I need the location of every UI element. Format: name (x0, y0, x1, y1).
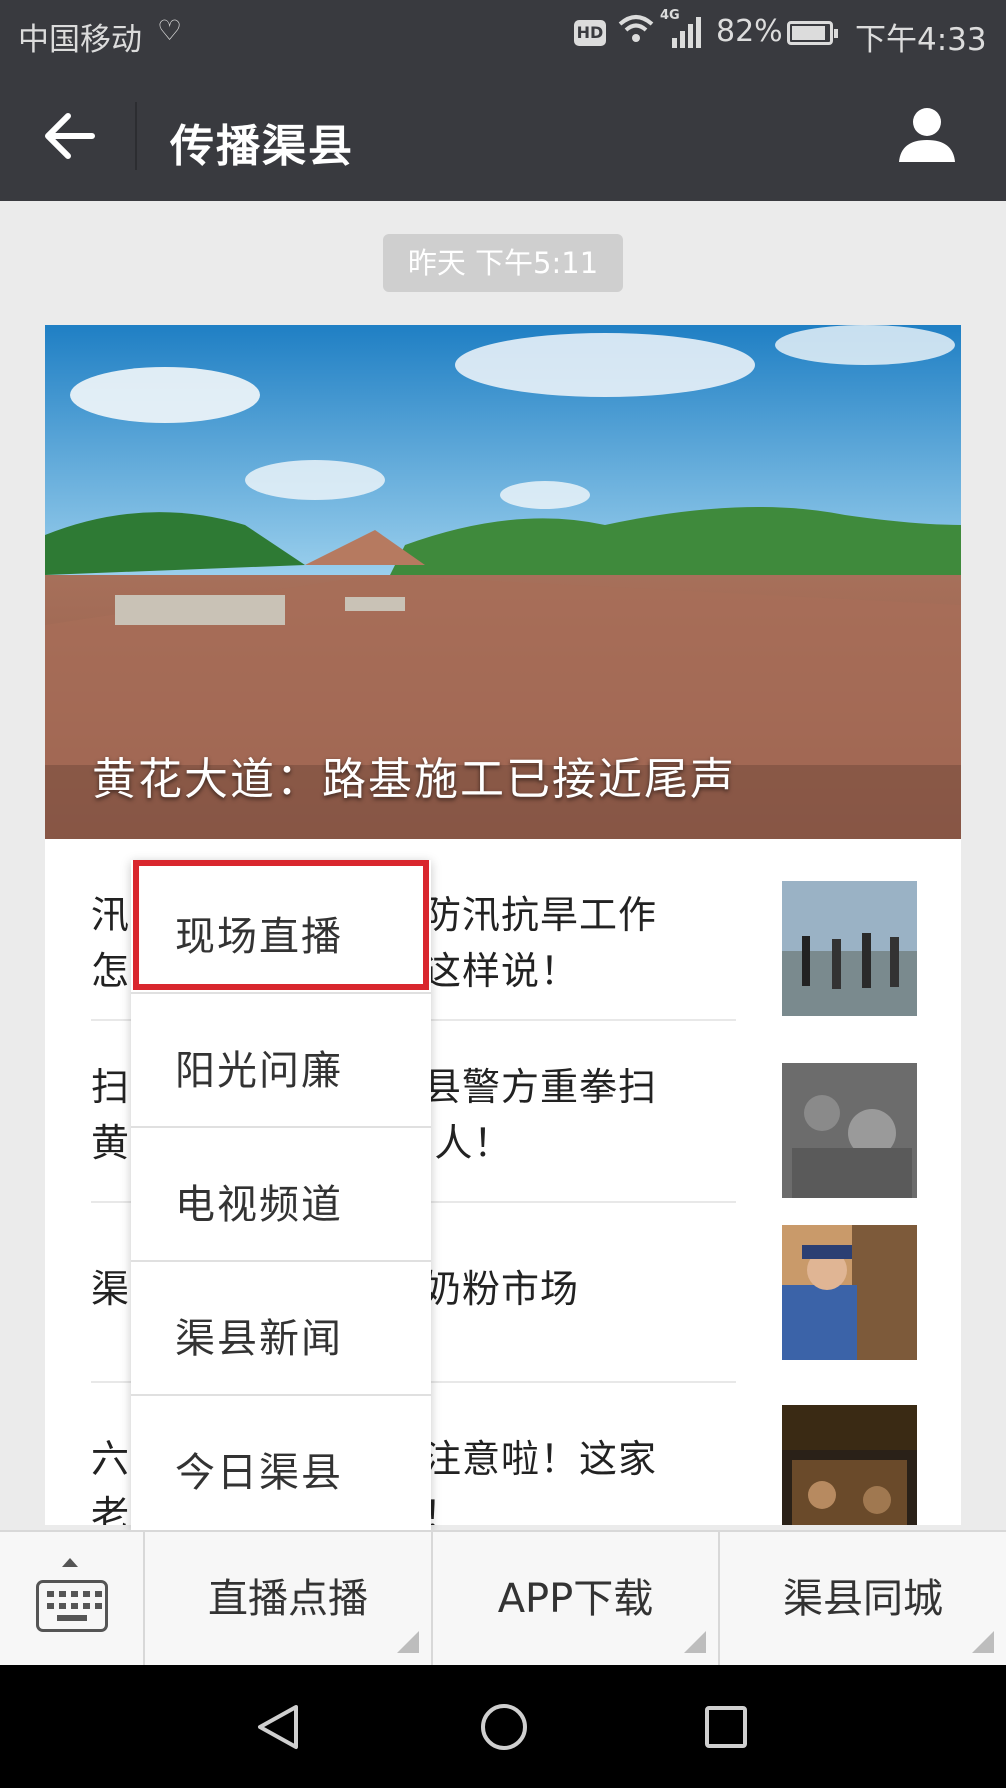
menu-tab-same-city[interactable]: 渠县同城 (720, 1532, 1006, 1667)
article-thumbnail (782, 1063, 917, 1198)
menu-item-label: 电视频道 (175, 1182, 343, 1228)
tab-label: 直播点播 (208, 1576, 368, 1622)
article-title-left: 扫 (91, 1065, 131, 1109)
article-title-left: 黄 (91, 1121, 131, 1165)
menu-item-today[interactable]: 今日渠县 (131, 1396, 431, 1530)
carrier-label: 中国移动 (18, 22, 142, 58)
menu-tab-live-vod[interactable]: 直播点播 (145, 1532, 433, 1667)
submenu-indicator-icon (397, 1631, 419, 1653)
hd-icon: HD (574, 20, 606, 46)
menu-item-label: 今日渠县 (175, 1450, 343, 1496)
message-timestamp: 昨天 下午5:11 (383, 234, 623, 292)
menu-item-sunshine[interactable]: 阳光问廉 (131, 994, 431, 1128)
menu-item-label: 渠县新闻 (175, 1316, 343, 1362)
submenu-indicator-icon (972, 1631, 994, 1653)
clock: 下午4:33 (855, 22, 987, 58)
battery-icon (787, 21, 838, 45)
page-title: 传播渠县 (170, 121, 354, 172)
keyboard-toggle-button[interactable] (0, 1532, 145, 1667)
heart-rate-icon: ♡ (157, 14, 183, 47)
back-triangle-icon[interactable] (252, 1701, 304, 1753)
tab-label: 渠县同城 (783, 1576, 943, 1622)
menu-item-live[interactable]: 现场直播 (131, 860, 431, 994)
menu-tab-app-download[interactable]: APP下载 (433, 1532, 720, 1667)
system-nav-bar (0, 1665, 1006, 1788)
submenu-indicator-icon (684, 1631, 706, 1653)
menu-item-county-news[interactable]: 渠县新闻 (131, 1262, 431, 1396)
bottom-menu-bar: 直播点播 APP下载 渠县同城 (0, 1530, 1006, 1667)
recents-square-icon[interactable] (702, 1703, 750, 1751)
article-title-left: 怎 (91, 949, 131, 993)
battery-percent: 82% (716, 14, 783, 49)
article-thumbnail (782, 1405, 917, 1525)
title-bar: 传播渠县 (0, 72, 1006, 201)
title-divider (135, 102, 137, 170)
chevron-up-icon (62, 1558, 78, 1567)
tab-label: APP下载 (497, 1576, 654, 1622)
article-title-left: 六 (91, 1437, 131, 1481)
signal-icon (672, 14, 701, 48)
back-arrow-icon[interactable] (40, 106, 100, 166)
article-title-left: 老 (91, 1493, 131, 1525)
article-thumbnail (782, 881, 917, 1016)
menu-item-label: 阳光问廉 (175, 1048, 343, 1094)
wifi-icon (618, 12, 654, 53)
status-bar: 中国移动 ♡ HD 4G 82% 下午4:33 (0, 0, 1006, 72)
menu-item-tv-channel[interactable]: 电视频道 (131, 1128, 431, 1262)
article-thumbnail (782, 1225, 917, 1360)
popup-menu: 现场直播 阳光问廉 电视频道 渠县新闻 今日渠县 (131, 860, 431, 1530)
hero-caption: 黄花大道：路基施工已接近尾声 (92, 754, 736, 805)
keyboard-icon (36, 1580, 108, 1632)
hero-article[interactable]: 黄花大道：路基施工已接近尾声 (45, 325, 961, 839)
article-title-left: 渠 (91, 1267, 131, 1311)
profile-icon[interactable] (895, 102, 959, 166)
article-title-left: 汛 (91, 893, 131, 937)
highlight-box (133, 860, 429, 990)
home-circle-icon[interactable] (478, 1701, 530, 1753)
